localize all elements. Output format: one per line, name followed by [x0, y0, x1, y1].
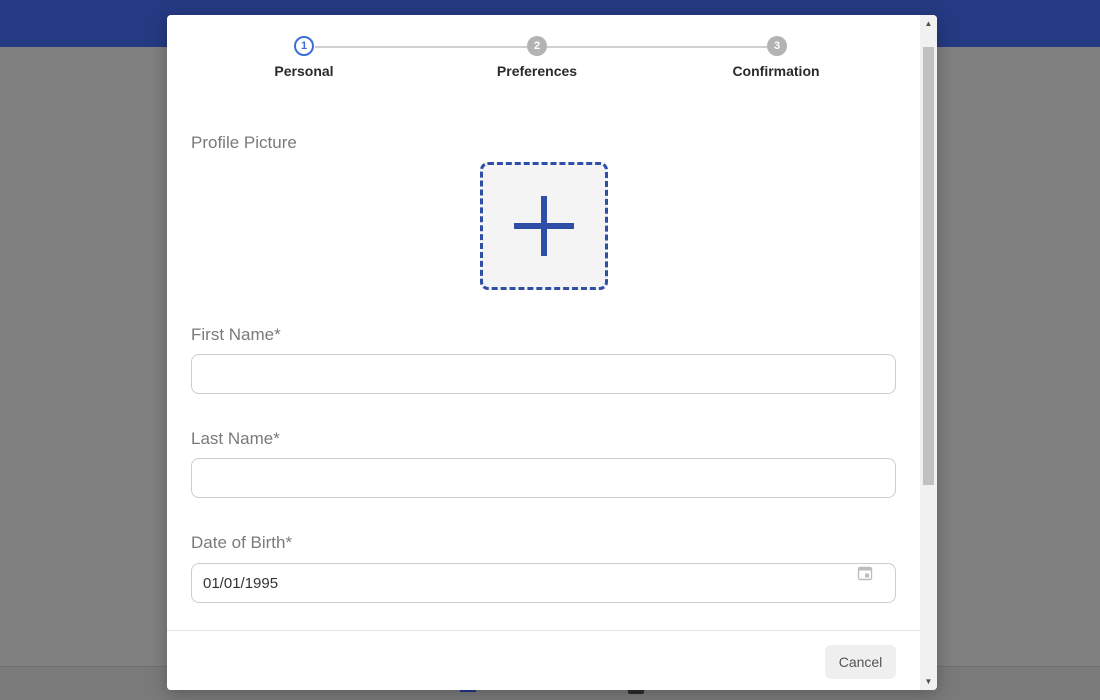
- scrollbar-thumb[interactable]: [923, 47, 934, 485]
- step-2-label[interactable]: Preferences: [457, 63, 617, 79]
- dialog-footer: Cancel: [167, 630, 920, 690]
- first-name-label: First Name*: [191, 325, 281, 344]
- profile-setup-dialog: 1 Personal 2 Preferences 3 Confirmation …: [167, 15, 937, 690]
- step-1-label[interactable]: Personal: [224, 63, 384, 79]
- cancel-button[interactable]: Cancel: [825, 645, 896, 679]
- step-connector: [547, 46, 767, 48]
- profile-picture-label: Profile Picture: [191, 133, 297, 152]
- first-name-input[interactable]: [191, 354, 896, 394]
- step-3-label[interactable]: Confirmation: [696, 63, 856, 79]
- calendar-icon[interactable]: [857, 565, 873, 581]
- date-of-birth-field: [191, 563, 896, 603]
- dialog-scrollbar[interactable]: ▲ ▼: [920, 15, 937, 690]
- last-name-label: Last Name*: [191, 429, 280, 448]
- progress-stepper: 1 Personal 2 Preferences 3 Confirmation: [167, 15, 920, 105]
- last-name-input[interactable]: [191, 458, 896, 498]
- dialog-content: 1 Personal 2 Preferences 3 Confirmation …: [167, 15, 920, 630]
- date-of-birth-input[interactable]: [191, 563, 896, 603]
- scroll-up-arrow-icon[interactable]: ▲: [920, 15, 937, 32]
- scroll-down-arrow-icon[interactable]: ▼: [920, 673, 937, 690]
- step-2-indicator[interactable]: 2: [527, 36, 547, 56]
- date-of-birth-label: Date of Birth*: [191, 533, 293, 552]
- step-3-indicator[interactable]: 3: [767, 36, 787, 56]
- step-connector: [315, 46, 527, 48]
- profile-picture-upload-button[interactable]: [480, 162, 608, 290]
- step-1-indicator[interactable]: 1: [294, 36, 314, 56]
